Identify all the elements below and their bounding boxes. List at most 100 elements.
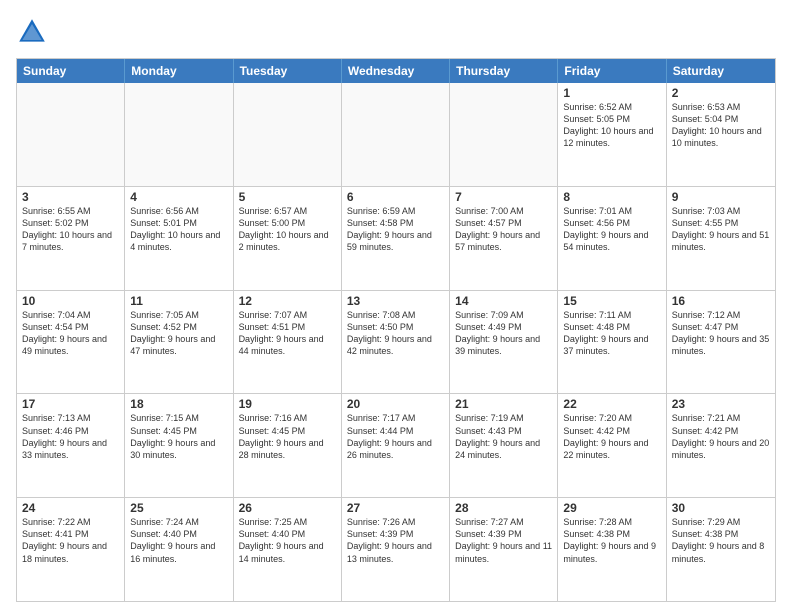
day-info: Sunrise: 7:27 AM Sunset: 4:39 PM Dayligh…: [455, 516, 552, 565]
calendar-cell: 17Sunrise: 7:13 AM Sunset: 4:46 PM Dayli…: [17, 394, 125, 497]
day-number: 10: [22, 294, 119, 308]
day-number: 3: [22, 190, 119, 204]
weekday-header: Tuesday: [234, 59, 342, 83]
day-info: Sunrise: 6:59 AM Sunset: 4:58 PM Dayligh…: [347, 205, 444, 254]
day-number: 26: [239, 501, 336, 515]
day-info: Sunrise: 6:53 AM Sunset: 5:04 PM Dayligh…: [672, 101, 770, 150]
weekday-header: Sunday: [17, 59, 125, 83]
calendar-cell: 12Sunrise: 7:07 AM Sunset: 4:51 PM Dayli…: [234, 291, 342, 394]
day-info: Sunrise: 7:16 AM Sunset: 4:45 PM Dayligh…: [239, 412, 336, 461]
calendar-cell: 1Sunrise: 6:52 AM Sunset: 5:05 PM Daylig…: [558, 83, 666, 186]
calendar-cell: 19Sunrise: 7:16 AM Sunset: 4:45 PM Dayli…: [234, 394, 342, 497]
calendar-cell: 11Sunrise: 7:05 AM Sunset: 4:52 PM Dayli…: [125, 291, 233, 394]
day-number: 12: [239, 294, 336, 308]
day-number: 13: [347, 294, 444, 308]
calendar-cell: 30Sunrise: 7:29 AM Sunset: 4:38 PM Dayli…: [667, 498, 775, 601]
calendar-cell: 25Sunrise: 7:24 AM Sunset: 4:40 PM Dayli…: [125, 498, 233, 601]
calendar-cell: 27Sunrise: 7:26 AM Sunset: 4:39 PM Dayli…: [342, 498, 450, 601]
calendar-body: 1Sunrise: 6:52 AM Sunset: 5:05 PM Daylig…: [17, 83, 775, 601]
calendar-cell: 8Sunrise: 7:01 AM Sunset: 4:56 PM Daylig…: [558, 187, 666, 290]
day-info: Sunrise: 7:05 AM Sunset: 4:52 PM Dayligh…: [130, 309, 227, 358]
calendar-cell: 16Sunrise: 7:12 AM Sunset: 4:47 PM Dayli…: [667, 291, 775, 394]
day-number: 6: [347, 190, 444, 204]
calendar-header: SundayMondayTuesdayWednesdayThursdayFrid…: [17, 59, 775, 83]
calendar-cell: 24Sunrise: 7:22 AM Sunset: 4:41 PM Dayli…: [17, 498, 125, 601]
day-number: 29: [563, 501, 660, 515]
day-info: Sunrise: 7:04 AM Sunset: 4:54 PM Dayligh…: [22, 309, 119, 358]
day-info: Sunrise: 7:07 AM Sunset: 4:51 PM Dayligh…: [239, 309, 336, 358]
calendar-cell: 2Sunrise: 6:53 AM Sunset: 5:04 PM Daylig…: [667, 83, 775, 186]
calendar-row: 24Sunrise: 7:22 AM Sunset: 4:41 PM Dayli…: [17, 497, 775, 601]
weekday-header: Thursday: [450, 59, 558, 83]
day-info: Sunrise: 7:21 AM Sunset: 4:42 PM Dayligh…: [672, 412, 770, 461]
day-number: 16: [672, 294, 770, 308]
day-info: Sunrise: 7:17 AM Sunset: 4:44 PM Dayligh…: [347, 412, 444, 461]
day-info: Sunrise: 7:25 AM Sunset: 4:40 PM Dayligh…: [239, 516, 336, 565]
weekday-header: Wednesday: [342, 59, 450, 83]
day-info: Sunrise: 7:15 AM Sunset: 4:45 PM Dayligh…: [130, 412, 227, 461]
calendar: SundayMondayTuesdayWednesdayThursdayFrid…: [16, 58, 776, 602]
day-info: Sunrise: 7:00 AM Sunset: 4:57 PM Dayligh…: [455, 205, 552, 254]
day-info: Sunrise: 7:24 AM Sunset: 4:40 PM Dayligh…: [130, 516, 227, 565]
day-info: Sunrise: 7:09 AM Sunset: 4:49 PM Dayligh…: [455, 309, 552, 358]
day-number: 21: [455, 397, 552, 411]
calendar-cell: 18Sunrise: 7:15 AM Sunset: 4:45 PM Dayli…: [125, 394, 233, 497]
calendar-cell: 14Sunrise: 7:09 AM Sunset: 4:49 PM Dayli…: [450, 291, 558, 394]
day-info: Sunrise: 7:19 AM Sunset: 4:43 PM Dayligh…: [455, 412, 552, 461]
calendar-cell: 13Sunrise: 7:08 AM Sunset: 4:50 PM Dayli…: [342, 291, 450, 394]
day-number: 20: [347, 397, 444, 411]
calendar-cell: [234, 83, 342, 186]
day-number: 23: [672, 397, 770, 411]
day-info: Sunrise: 7:12 AM Sunset: 4:47 PM Dayligh…: [672, 309, 770, 358]
calendar-cell: 23Sunrise: 7:21 AM Sunset: 4:42 PM Dayli…: [667, 394, 775, 497]
day-number: 27: [347, 501, 444, 515]
weekday-header: Friday: [558, 59, 666, 83]
calendar-cell: [342, 83, 450, 186]
weekday-header: Saturday: [667, 59, 775, 83]
day-info: Sunrise: 6:57 AM Sunset: 5:00 PM Dayligh…: [239, 205, 336, 254]
day-info: Sunrise: 7:01 AM Sunset: 4:56 PM Dayligh…: [563, 205, 660, 254]
day-number: 1: [563, 86, 660, 100]
header: [16, 16, 776, 48]
day-number: 14: [455, 294, 552, 308]
day-number: 11: [130, 294, 227, 308]
day-number: 8: [563, 190, 660, 204]
calendar-cell: 9Sunrise: 7:03 AM Sunset: 4:55 PM Daylig…: [667, 187, 775, 290]
logo-icon: [16, 16, 48, 48]
day-number: 4: [130, 190, 227, 204]
calendar-cell: 4Sunrise: 6:56 AM Sunset: 5:01 PM Daylig…: [125, 187, 233, 290]
calendar-cell: 5Sunrise: 6:57 AM Sunset: 5:00 PM Daylig…: [234, 187, 342, 290]
day-number: 2: [672, 86, 770, 100]
logo: [16, 16, 52, 48]
weekday-header: Monday: [125, 59, 233, 83]
day-number: 24: [22, 501, 119, 515]
calendar-cell: 28Sunrise: 7:27 AM Sunset: 4:39 PM Dayli…: [450, 498, 558, 601]
day-info: Sunrise: 7:28 AM Sunset: 4:38 PM Dayligh…: [563, 516, 660, 565]
day-number: 28: [455, 501, 552, 515]
day-number: 25: [130, 501, 227, 515]
calendar-row: 10Sunrise: 7:04 AM Sunset: 4:54 PM Dayli…: [17, 290, 775, 394]
day-info: Sunrise: 6:56 AM Sunset: 5:01 PM Dayligh…: [130, 205, 227, 254]
day-info: Sunrise: 7:13 AM Sunset: 4:46 PM Dayligh…: [22, 412, 119, 461]
day-info: Sunrise: 7:29 AM Sunset: 4:38 PM Dayligh…: [672, 516, 770, 565]
day-info: Sunrise: 7:03 AM Sunset: 4:55 PM Dayligh…: [672, 205, 770, 254]
calendar-cell: 26Sunrise: 7:25 AM Sunset: 4:40 PM Dayli…: [234, 498, 342, 601]
day-info: Sunrise: 7:20 AM Sunset: 4:42 PM Dayligh…: [563, 412, 660, 461]
calendar-cell: [17, 83, 125, 186]
day-info: Sunrise: 7:08 AM Sunset: 4:50 PM Dayligh…: [347, 309, 444, 358]
calendar-row: 3Sunrise: 6:55 AM Sunset: 5:02 PM Daylig…: [17, 186, 775, 290]
calendar-cell: [450, 83, 558, 186]
day-info: Sunrise: 7:26 AM Sunset: 4:39 PM Dayligh…: [347, 516, 444, 565]
day-number: 17: [22, 397, 119, 411]
calendar-cell: 6Sunrise: 6:59 AM Sunset: 4:58 PM Daylig…: [342, 187, 450, 290]
day-number: 15: [563, 294, 660, 308]
calendar-cell: 7Sunrise: 7:00 AM Sunset: 4:57 PM Daylig…: [450, 187, 558, 290]
calendar-cell: [125, 83, 233, 186]
day-number: 22: [563, 397, 660, 411]
day-info: Sunrise: 6:52 AM Sunset: 5:05 PM Dayligh…: [563, 101, 660, 150]
calendar-cell: 22Sunrise: 7:20 AM Sunset: 4:42 PM Dayli…: [558, 394, 666, 497]
calendar-row: 17Sunrise: 7:13 AM Sunset: 4:46 PM Dayli…: [17, 393, 775, 497]
day-number: 19: [239, 397, 336, 411]
day-info: Sunrise: 7:11 AM Sunset: 4:48 PM Dayligh…: [563, 309, 660, 358]
calendar-row: 1Sunrise: 6:52 AM Sunset: 5:05 PM Daylig…: [17, 83, 775, 186]
